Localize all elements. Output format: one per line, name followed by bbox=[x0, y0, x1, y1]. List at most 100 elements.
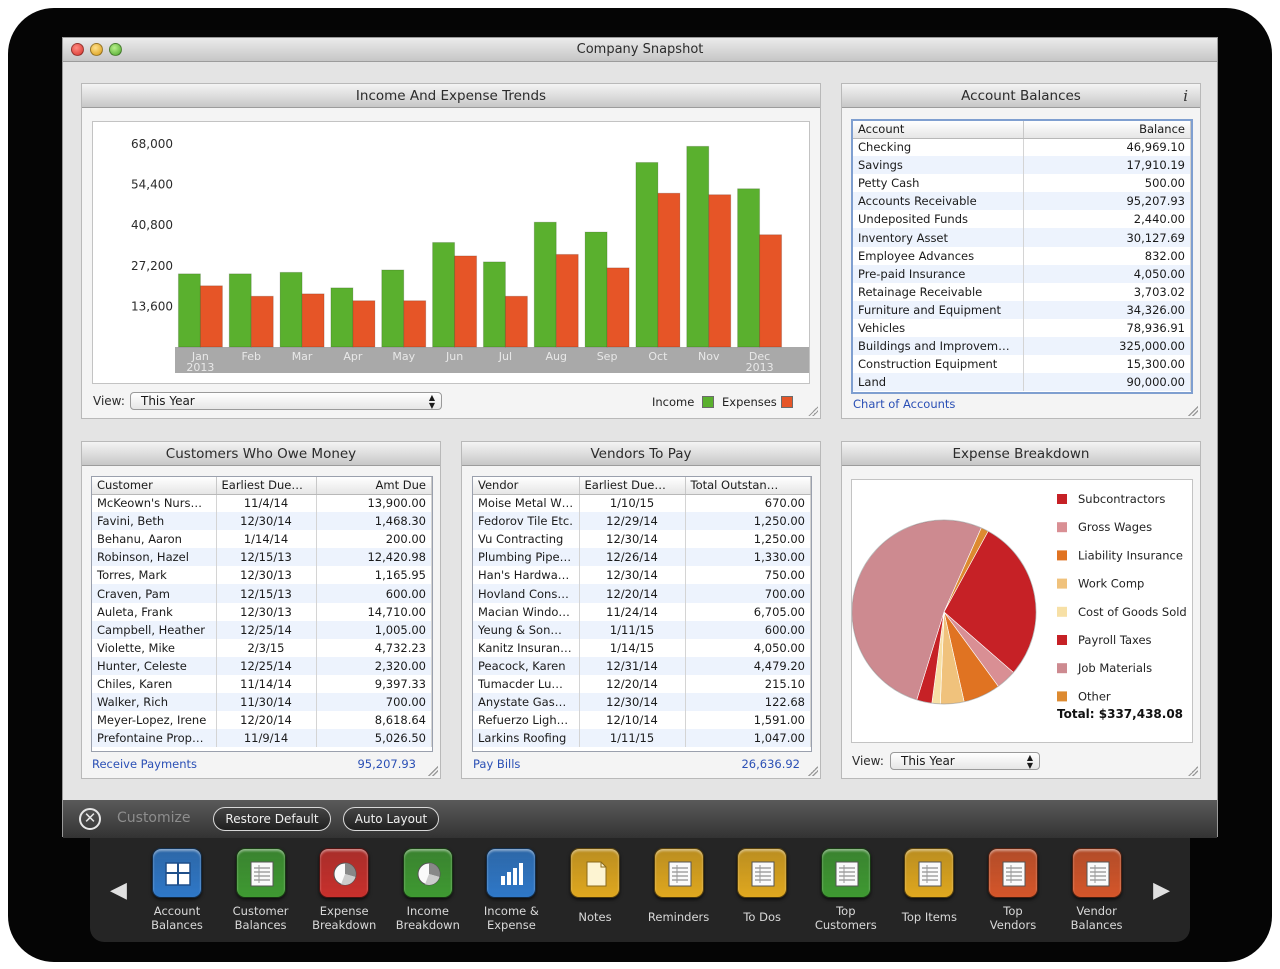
ledger-icon[interactable] bbox=[1071, 848, 1122, 898]
table-row[interactable]: Yeung & Son… 1/11/15 600.00 bbox=[473, 620, 811, 639]
expense-bar[interactable] bbox=[504, 295, 528, 348]
dock-item[interactable]: Customer Balances bbox=[221, 848, 301, 932]
ledger-icon[interactable] bbox=[820, 848, 871, 898]
income-bar[interactable] bbox=[482, 261, 506, 348]
col-header-earliest-due[interactable]: Earliest Due… bbox=[216, 477, 317, 495]
resize-grip-icon[interactable] bbox=[428, 766, 438, 776]
pie-view-select[interactable]: This Year ▲ ▼ bbox=[890, 752, 1040, 770]
expense-bar[interactable] bbox=[759, 234, 783, 348]
table-row[interactable]: Retainage Receivable 3,703.02 bbox=[853, 282, 1191, 301]
table-row[interactable]: Hunter, Celeste 12/25/14 2,320.00 bbox=[92, 656, 432, 675]
col-header-amt-due[interactable]: Amt Due bbox=[316, 477, 432, 495]
table-row[interactable]: Torres, Mark 12/30/13 1,165.95 bbox=[92, 566, 432, 585]
table-row[interactable]: Undeposited Funds 2,440.00 bbox=[853, 210, 1191, 229]
income-bar[interactable] bbox=[737, 188, 761, 348]
table-row[interactable]: Accounts Receivable 95,207.93 bbox=[853, 192, 1191, 211]
expense-breakdown-header[interactable]: Expense Breakdown bbox=[842, 442, 1200, 466]
income-bar[interactable] bbox=[228, 273, 252, 348]
table-row[interactable]: Petty Cash 500.00 bbox=[853, 174, 1191, 193]
income-bar[interactable] bbox=[381, 269, 405, 348]
expense-bar[interactable] bbox=[199, 285, 223, 348]
expense-bar[interactable] bbox=[301, 293, 325, 348]
dock-item[interactable]: Top Customers bbox=[806, 848, 886, 932]
table-row[interactable]: Savings 17,910.19 bbox=[853, 156, 1191, 175]
income-bar[interactable] bbox=[635, 161, 659, 348]
col-header-account[interactable]: Account bbox=[853, 121, 1024, 139]
income-expense-header[interactable]: Income And Expense Trends bbox=[82, 84, 820, 108]
table-row[interactable]: Checking 46,969.10 bbox=[853, 138, 1191, 157]
table-row[interactable]: Buildings and Improvem… 325,000.00 bbox=[853, 337, 1191, 356]
income-bar[interactable] bbox=[584, 231, 608, 348]
ledger-icon[interactable] bbox=[235, 848, 286, 898]
minimize-window-button[interactable] bbox=[90, 43, 103, 56]
resize-grip-icon[interactable] bbox=[1188, 406, 1198, 416]
pay-bills-link[interactable]: Pay Bills bbox=[473, 757, 520, 771]
table-row[interactable]: Violette, Mike 2/3/15 4,732.23 bbox=[92, 638, 432, 657]
ledger-icon[interactable] bbox=[988, 848, 1038, 898]
expense-bar[interactable] bbox=[403, 300, 427, 348]
table-row[interactable]: McKeown's Nurs… 11/4/14 13,900.00 bbox=[92, 494, 432, 513]
dock-item[interactable]: To Dos bbox=[722, 848, 802, 924]
ledger-icon[interactable] bbox=[904, 848, 955, 898]
dock-item[interactable]: Vendor Balances bbox=[1057, 848, 1137, 932]
table-row[interactable]: Anystate Gas… 12/30/14 122.68 bbox=[473, 693, 811, 712]
close-customize-icon[interactable]: ✕ bbox=[79, 808, 101, 830]
table-row[interactable]: Larkins Roofing 1/11/15 1,047.00 bbox=[473, 729, 811, 748]
dock-item[interactable]: Notes bbox=[555, 848, 635, 924]
chart-of-accounts-link[interactable]: Chart of Accounts bbox=[853, 397, 955, 411]
table-row[interactable]: Plumbing Pipe… 12/26/14 1,330.00 bbox=[473, 548, 811, 567]
expense-bar[interactable] bbox=[352, 300, 376, 348]
col-header-total-outstanding[interactable]: Total Outstan… bbox=[685, 477, 811, 495]
note-icon[interactable] bbox=[570, 848, 620, 898]
resize-grip-icon[interactable] bbox=[808, 406, 818, 416]
dock-item[interactable]: Reminders bbox=[639, 848, 719, 924]
table-row[interactable]: Refuerzo Ligh… 12/10/14 1,591.00 bbox=[473, 711, 811, 730]
col-header-vendor[interactable]: Vendor bbox=[473, 477, 580, 495]
table-row[interactable]: Pre-paid Insurance 4,050.00 bbox=[853, 264, 1191, 283]
table-row[interactable]: Land 90,000.00 bbox=[853, 373, 1191, 392]
customers-table[interactable]: Customer Earliest Due… Amt Due McKeown's… bbox=[91, 476, 433, 752]
table-row[interactable]: Peacock, Karen 12/31/14 4,479.20 bbox=[473, 656, 811, 675]
dock-item[interactable]: Income Breakdown bbox=[388, 848, 468, 932]
table-row[interactable]: Macian Windo… 11/24/14 6,705.00 bbox=[473, 602, 811, 621]
income-bar[interactable] bbox=[533, 221, 557, 348]
table-row[interactable]: Inventory Asset 30,127.69 bbox=[853, 228, 1191, 247]
chart-view-select[interactable]: This Year ▲ ▼ bbox=[130, 392, 442, 410]
table-row[interactable]: Tumacder Lu… 12/20/14 215.10 bbox=[473, 674, 811, 694]
income-bar[interactable] bbox=[177, 273, 201, 348]
receive-payments-link[interactable]: Receive Payments bbox=[92, 757, 197, 771]
vendors-table[interactable]: Vendor Earliest Due… Total Outstan… Mois… bbox=[472, 476, 812, 752]
table-row[interactable]: Craven, Pam 12/15/13 600.00 bbox=[92, 584, 432, 603]
pie-icon[interactable] bbox=[402, 848, 453, 898]
customers-header[interactable]: Customers Who Owe Money bbox=[82, 442, 440, 466]
table-row[interactable]: Robinson, Hazel 12/15/13 12,420.98 bbox=[92, 548, 432, 567]
col-header-customer[interactable]: Customer bbox=[92, 477, 217, 495]
close-window-button[interactable] bbox=[71, 43, 84, 56]
ledger-icon[interactable] bbox=[737, 848, 788, 898]
expense-bar[interactable] bbox=[555, 253, 579, 348]
table-row[interactable]: Vu Contracting 12/30/14 1,250.00 bbox=[473, 530, 811, 549]
auto-layout-button[interactable]: Auto Layout bbox=[343, 807, 439, 831]
income-bar[interactable] bbox=[686, 145, 710, 348]
table-row[interactable]: Walker, Rich 11/30/14 700.00 bbox=[92, 693, 432, 712]
income-bar[interactable] bbox=[279, 271, 303, 348]
table-row[interactable]: Favini, Beth 12/30/14 1,468.30 bbox=[92, 512, 432, 531]
table-row[interactable]: Furniture and Equipment 34,326.00 bbox=[853, 300, 1191, 319]
table-row[interactable]: Kanitz Insuran… 1/14/15 4,050.00 bbox=[473, 638, 811, 657]
account-balances-table[interactable]: Account Balance Checking 46,969.10 Savings… bbox=[851, 119, 1193, 394]
resize-grip-icon[interactable] bbox=[1188, 766, 1198, 776]
table-row[interactable]: Vehicles 78,936.91 bbox=[853, 318, 1191, 338]
expense-bar[interactable] bbox=[250, 295, 274, 348]
table-row[interactable]: Hovland Cons… 12/20/14 700.00 bbox=[473, 584, 811, 603]
table-row[interactable]: Construction Equipment 15,300.00 bbox=[853, 355, 1191, 374]
resize-grip-icon[interactable] bbox=[808, 766, 818, 776]
table-row[interactable]: Prefontaine Prop… 11/9/14 5,026.50 bbox=[92, 729, 432, 748]
table-row[interactable]: Auleta, Frank 12/30/13 14,710.00 bbox=[92, 602, 432, 621]
bar-chart-icon[interactable] bbox=[486, 848, 537, 898]
expense-bar[interactable] bbox=[454, 255, 478, 348]
grid-icon[interactable] bbox=[152, 848, 202, 898]
info-icon[interactable]: i bbox=[1183, 84, 1188, 108]
dock-item[interactable]: Income & Expense bbox=[471, 848, 551, 932]
restore-default-button[interactable]: Restore Default bbox=[213, 807, 331, 831]
col-header-balance[interactable]: Balance bbox=[1023, 121, 1191, 139]
